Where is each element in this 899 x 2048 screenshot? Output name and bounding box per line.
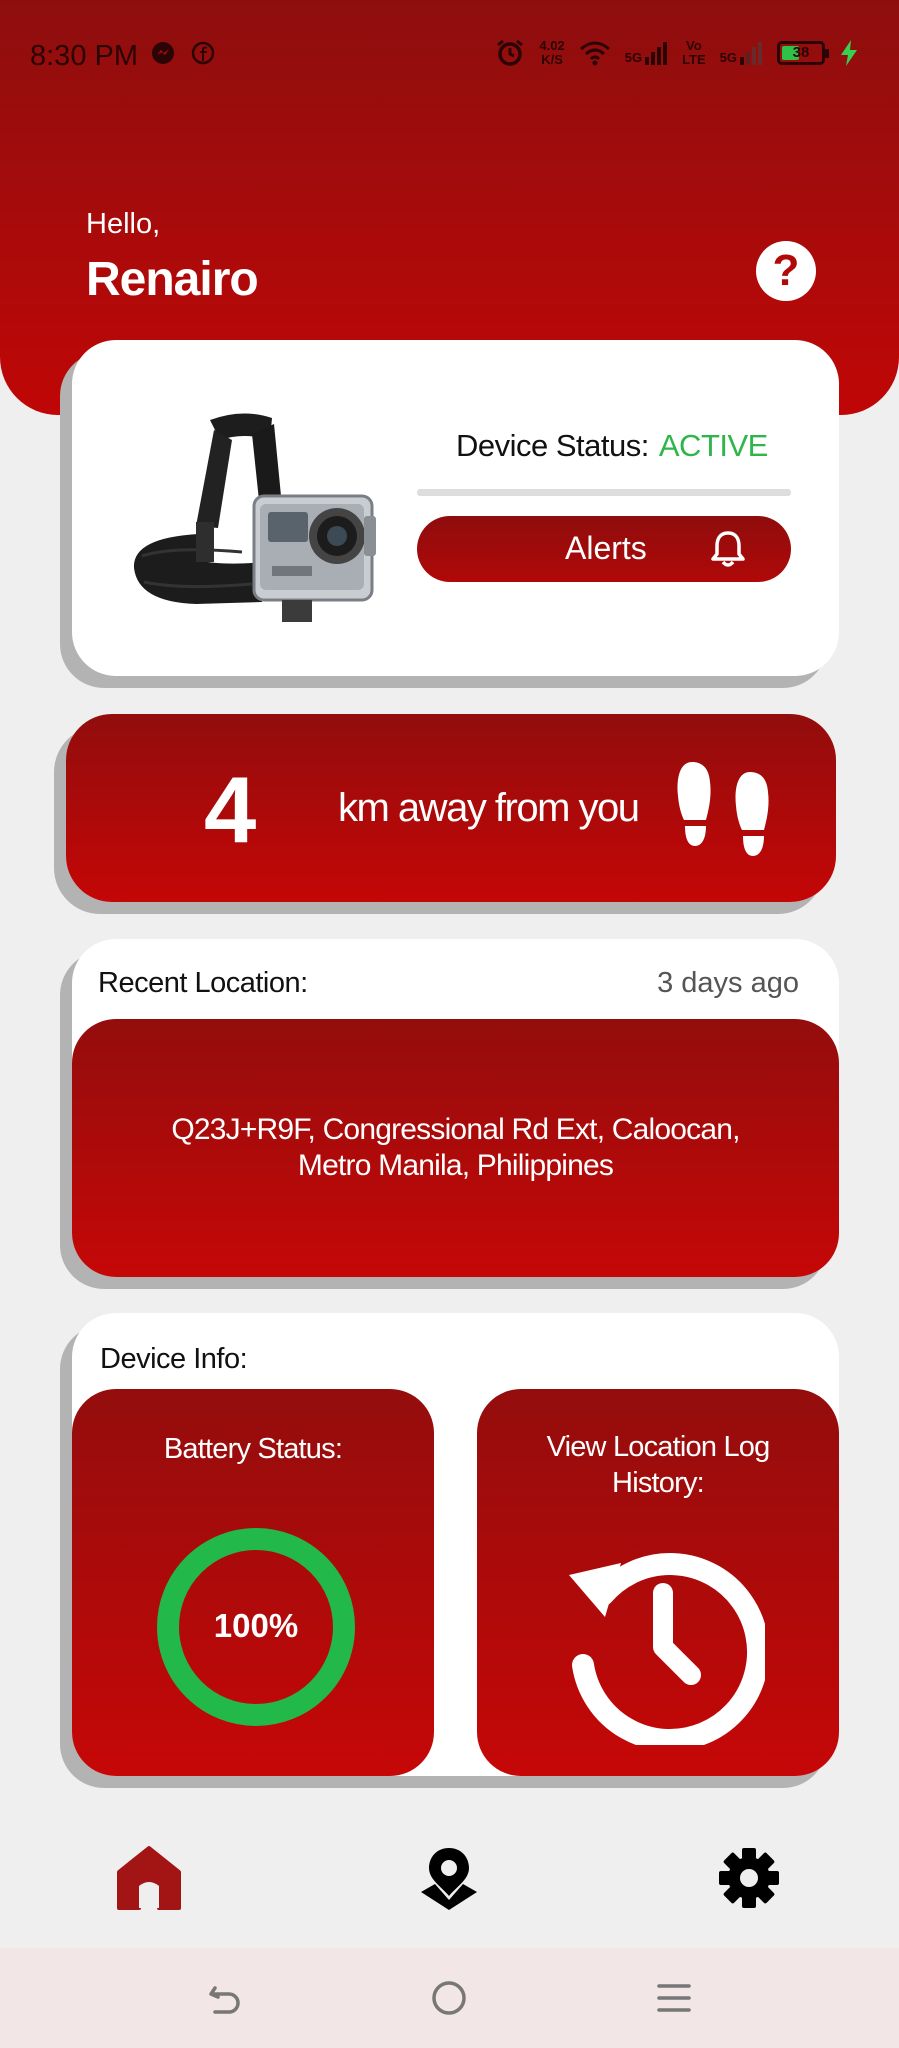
- device-card: Device Status: ACTIVE Alerts: [72, 340, 839, 676]
- system-nav-bar: [0, 1948, 899, 2048]
- recent-location-time: 3 days ago: [657, 967, 799, 999]
- status-time: 8:30 PM: [30, 40, 138, 72]
- divider: [417, 489, 791, 496]
- battery-indicator: 38: [777, 41, 829, 65]
- username: Renairo: [86, 253, 259, 306]
- distance-value: 4: [204, 757, 257, 862]
- bell-icon: [711, 531, 745, 567]
- wifi-icon: [579, 41, 610, 66]
- recent-location-address: Q23J+R9F, Congressional Rd Ext, Caloocan…: [171, 1113, 740, 1182]
- facebook-icon: [191, 41, 215, 65]
- messenger-icon: [152, 42, 174, 64]
- distance-text: km away from you: [338, 786, 640, 830]
- distance-card: 4 km away from you: [66, 714, 836, 902]
- address-panel[interactable]: Q23J+R9F, Congressional Rd Ext, Caloocan…: [72, 1019, 839, 1277]
- device-status-label: Device Status:: [456, 428, 649, 463]
- recent-location-card: Recent Location: 3 days ago Q23J+R9F, Co…: [72, 939, 839, 1277]
- recent-location-title: Recent Location:: [98, 967, 308, 999]
- alarm-icon: [497, 39, 524, 66]
- help-button[interactable]: ?: [756, 241, 816, 301]
- home-circle-icon[interactable]: [429, 1978, 469, 2018]
- device-image: [133, 413, 376, 622]
- greeting: Hello,: [86, 208, 161, 240]
- signal-2: 5G: [720, 41, 763, 65]
- bottom-nav: [0, 1800, 899, 1950]
- net-speed: 4.02 K/S: [539, 38, 565, 67]
- history-icon: [569, 1553, 765, 1745]
- location-history-tile[interactable]: View Location Log History:: [477, 1389, 839, 1776]
- volte-indicator: Vo LTE: [682, 38, 706, 67]
- gear-icon[interactable]: [715, 1844, 783, 1912]
- battery-status-tile[interactable]: Battery Status: 100%: [72, 1389, 434, 1776]
- status-icons: 4.02 K/S 5G Vo LTE 5G 38: [495, 38, 859, 68]
- alerts-button[interactable]: Alerts: [417, 516, 791, 582]
- battery-percent: 100%: [213, 1607, 299, 1644]
- signal-bars-icon: [740, 42, 762, 65]
- device-info-card: Device Info: Battery Status: 100% View L…: [72, 1313, 839, 1776]
- device-info-title: Device Info:: [100, 1343, 248, 1375]
- device-status: Device Status: ACTIVE: [456, 428, 768, 464]
- location-history-title: View Location Log History:: [546, 1431, 771, 1499]
- menu-icon[interactable]: [655, 1978, 695, 2018]
- map-pin-icon[interactable]: [415, 1844, 483, 1912]
- signal-1: 5G: [625, 41, 668, 65]
- signal-bars-icon: [645, 42, 668, 65]
- battery-status-title: Battery Status:: [163, 1433, 343, 1465]
- charging-bolt-icon: [841, 40, 857, 66]
- back-icon[interactable]: [205, 1978, 245, 2018]
- home-icon[interactable]: [115, 1844, 183, 1912]
- footsteps-icon: [677, 762, 769, 856]
- status-bar: 8:30 PM 4.02 K/S 5G Vo LTE 5G 38: [0, 32, 899, 78]
- alerts-label: Alerts: [565, 530, 647, 566]
- question-icon: ?: [772, 246, 800, 295]
- device-status-value: ACTIVE: [658, 428, 768, 463]
